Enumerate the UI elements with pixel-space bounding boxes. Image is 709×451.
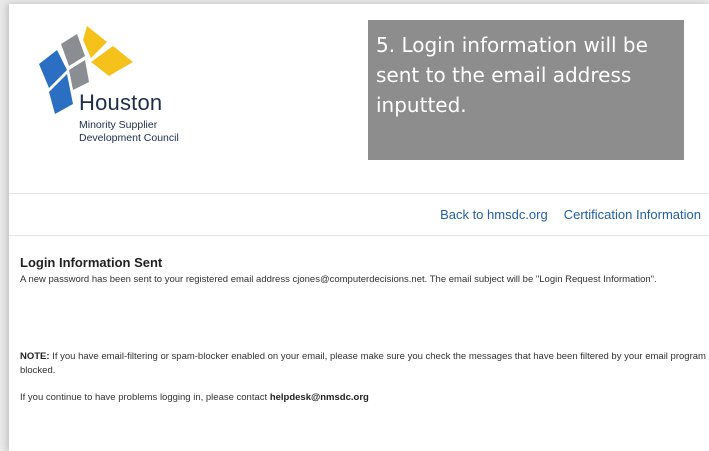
logo-subtitle: Minority Supplier Development Council [79,119,179,145]
logo-subtitle-line1: Minority Supplier [79,119,158,131]
header-divider [9,193,709,194]
main-content: Login Information Sent A new password ha… [20,255,709,286]
nav-link-certification-information[interactable]: Certification Information [564,207,701,222]
logo-subtitle-line2: Development Council [79,132,179,144]
note-text: If you have email-filtering or spam-bloc… [20,351,709,376]
hmsdc-logo[interactable]: Houston Minority Supplier Development Co… [33,26,203,156]
page-title: Login Information Sent [20,255,163,270]
spam-note: NOTE: If you have email-filtering or spa… [20,350,709,378]
nav-link-back-to-hmsdc[interactable]: Back to hmsdc.org [440,207,548,222]
logo-title: Houston [79,90,163,115]
header: Houston Minority Supplier Development Co… [9,4,709,194]
nav-divider [9,235,709,236]
helpdesk-email-link[interactable]: helpdesk@nmsdc.org [270,392,369,403]
confirmation-message: A new password has been sent to your reg… [20,274,657,285]
instruction-callout: 5. Login information will be sent to the… [368,20,684,160]
top-nav: Back to hmsdc.org Certification Informat… [440,207,701,222]
contact-prefix: If you continue to have problems logging… [20,392,270,403]
page: Houston Minority Supplier Development Co… [9,4,709,451]
note-label: NOTE: [20,351,50,362]
contact-line: If you continue to have problems logging… [20,392,369,403]
